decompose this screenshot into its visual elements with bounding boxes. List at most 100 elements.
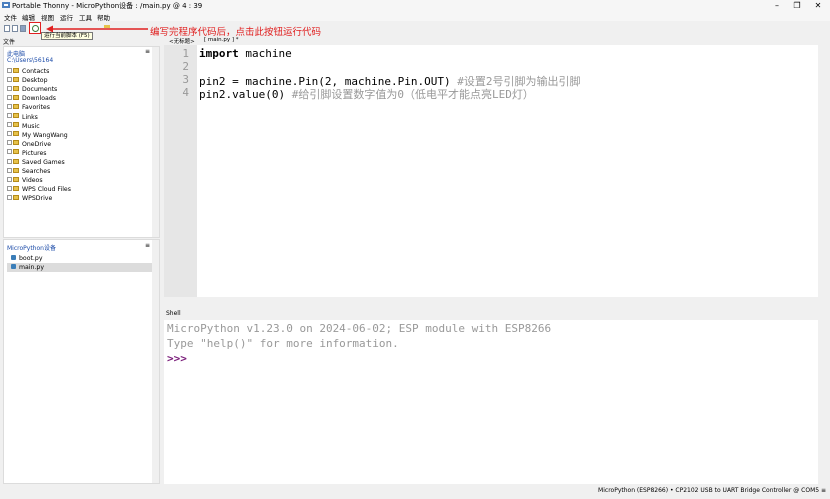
shell-prompt[interactable]: >>> [167,352,187,365]
folder-label: Links [22,113,38,121]
folder-item[interactable]: OneDrive [7,140,51,149]
files-header-label: 文件 [3,39,16,46]
code-text: pin2.value(0) [199,88,292,101]
tab-shell[interactable]: Shell [166,310,181,317]
expand-icon[interactable] [7,103,12,109]
folder-icon [13,103,19,109]
expand-icon[interactable] [7,185,12,191]
code-line[interactable]: import machine [199,47,292,60]
expand-icon[interactable] [7,140,12,146]
folder-item[interactable]: Videos [7,176,43,185]
folder-item[interactable]: WPS Cloud Files [7,185,71,194]
tab-main-py[interactable]: [ main.py ] * [204,37,239,43]
folder-item[interactable]: Downloads [7,94,56,103]
folder-item[interactable]: Searches [7,167,50,176]
device-panel-menu-icon[interactable]: ≡ [145,242,150,249]
close-window-button[interactable]: ✕ [808,0,828,11]
folder-item[interactable]: Saved Games [7,158,65,167]
folder-icon [13,167,19,173]
expand-icon[interactable] [7,122,12,128]
menu-bar: 文件 编辑 视图 运行 工具 帮助 [0,11,830,22]
folder-item[interactable]: Documents [7,85,57,94]
expand-icon[interactable] [7,131,12,137]
new-file-icon[interactable] [4,25,10,32]
panel-menu-icon[interactable]: ≡ [145,48,150,55]
folder-label: Searches [22,168,51,176]
tab-untitled[interactable]: <无标题> [169,37,195,45]
folder-item[interactable]: Music [7,122,40,131]
device-file-main[interactable]: main.py [7,263,157,272]
restore-button[interactable]: ❐ [787,0,807,11]
folder-item[interactable]: WPSDrive [7,194,52,203]
folder-icon [13,122,19,128]
folder-item[interactable]: Favorites [7,103,50,112]
shell-console[interactable]: MicroPython v1.23.0 on 2024-06-02; ESP m… [164,320,824,484]
expand-icon[interactable] [7,94,12,100]
interpreter-status[interactable]: MicroPython (ESP8266) • CP2102 USB to UA… [598,487,826,494]
files-scrollbar[interactable] [152,47,159,237]
expand-icon[interactable] [7,149,12,155]
folder-icon [13,131,19,137]
folder-label: OneDrive [22,140,52,148]
folder-icon [13,113,19,118]
device-panel: MicroPython设备 ≡ boot.py main.py [3,239,160,484]
shell-output-line: Type "help()" for more information. [167,337,399,350]
save-icon[interactable] [20,25,26,32]
folder-icon [13,85,19,91]
folder-item[interactable]: Pictures [7,149,47,158]
folder-label: Documents [22,86,58,94]
folder-icon [13,176,19,182]
run-button[interactable] [29,22,41,34]
folder-icon [13,76,19,82]
folder-icon [13,67,19,73]
line-number-gutter: 1 2 3 4 [164,45,197,297]
shell-output-line: MicroPython v1.23.0 on 2024-06-02; ESP m… [167,322,552,335]
folder-item[interactable]: Contacts [7,67,49,76]
folder-label: Favorites [22,104,50,112]
title-bar: Portable Thonny - MicroPython设备 : /main.… [0,0,830,11]
folder-item[interactable]: Links [7,113,38,122]
keyword: import [199,47,239,60]
device-scrollbar[interactable] [152,240,159,483]
expand-icon[interactable] [7,76,12,82]
expand-icon[interactable] [7,194,12,200]
expand-icon[interactable] [7,113,12,118]
line-number: 4 [182,86,189,99]
editor-tabs: <无标题> [ main.py ] * [164,36,824,45]
folder-label: Videos [22,177,43,185]
line-number: 3 [182,73,189,86]
open-file-icon[interactable] [12,25,18,32]
expand-icon[interactable] [7,158,12,164]
folder-icon [13,194,19,200]
code-comment: #给引脚设置数字值为0（低电平才能点亮LED灯） [291,88,534,101]
folder-label: Saved Games [22,159,65,166]
folder-icon [13,158,19,164]
line-number: 1 [182,47,189,60]
code-text: machine [238,47,292,60]
device-file-boot[interactable]: boot.py [7,254,157,263]
expand-icon[interactable] [7,85,12,91]
folder-icon [13,185,19,191]
folder-icon [13,94,19,100]
expand-icon[interactable] [7,67,12,73]
expand-icon[interactable] [7,167,12,173]
shell-scrollbar[interactable] [818,320,824,484]
files-panel: 此电脑 ≡ C:\Users\56164 Contacts Desktop Docu… [3,46,160,238]
status-bar: MicroPython (ESP8266) • CP2102 USB to UA… [0,486,830,496]
editor-horizontal-scrollbar[interactable] [164,297,824,304]
device-file-label: boot.py [19,255,43,262]
folder-item[interactable]: Desktop [7,76,48,85]
folder-label: Music [22,122,40,130]
current-path: C:\Users\56164 [7,57,54,64]
folder-label: My WangWang [22,131,68,139]
minimize-button[interactable]: – [767,0,787,11]
editor-vertical-scrollbar[interactable] [818,45,824,297]
python-file-icon [11,254,16,260]
code-editor[interactable]: 1 2 3 4 import machine pin2 = machine.Pi… [164,45,824,297]
window-title: Portable Thonny - MicroPython设备 : /main.… [12,2,203,10]
folder-item[interactable]: My WangWang [7,131,68,140]
device-title: MicroPython设备 [7,245,56,252]
line-number: 2 [182,60,189,73]
code-line[interactable]: pin2.value(0) #给引脚设置数字值为0（低电平才能点亮LED灯） [199,86,534,102]
expand-icon[interactable] [7,176,12,182]
